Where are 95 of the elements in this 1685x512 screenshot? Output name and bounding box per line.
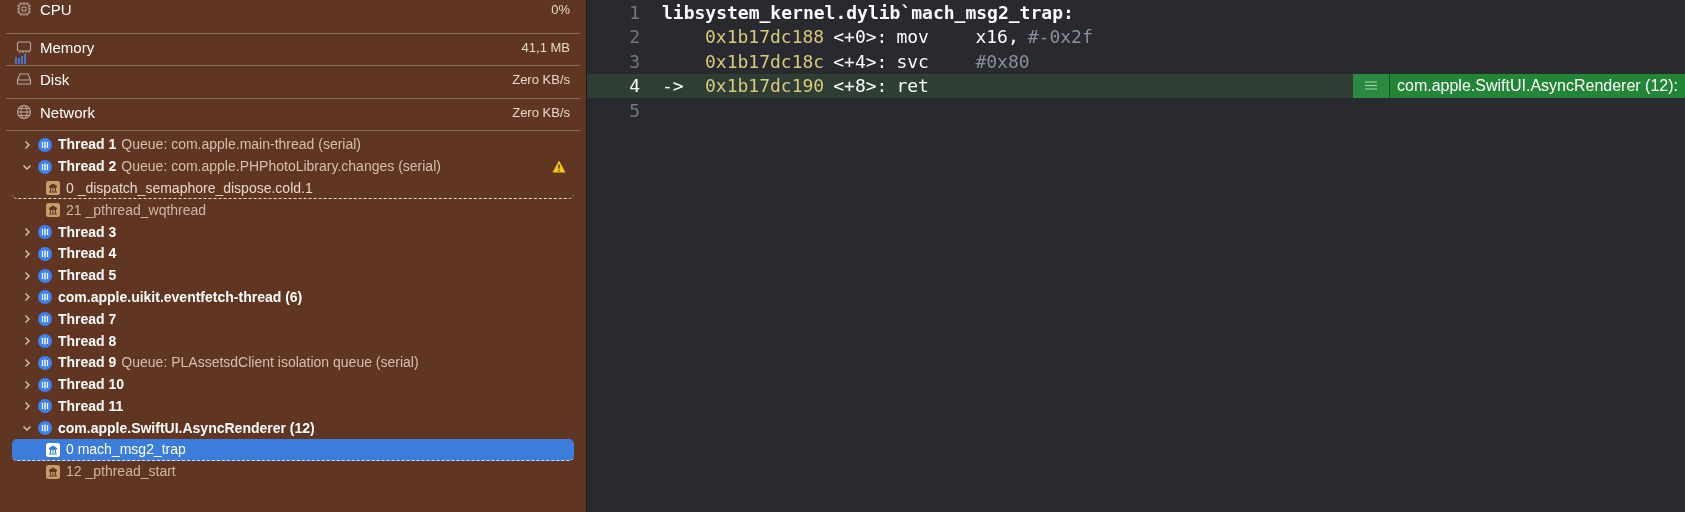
frame-label: 0 mach_msg2_trap: [66, 440, 186, 460]
badge-label: com.apple.SwiftUI.AsyncRenderer (12):: [1396, 75, 1679, 96]
thread-row[interactable]: Thread 7: [12, 308, 574, 331]
thread-name: Thread 9: [58, 353, 117, 373]
gauge-label: Disk: [40, 70, 70, 90]
chevron-right-icon[interactable]: [22, 270, 32, 281]
gauge-value: 0%: [551, 1, 570, 19]
thread-name: Thread 3: [58, 222, 117, 242]
thread-icon: [38, 159, 52, 174]
queue-label: Queue: com.apple.PHPhotoLibrary.changes (serial): [121, 157, 441, 177]
address: 0x1b17dc18c: [705, 49, 825, 74]
thread-name: com.apple.SwiftUI.AsyncRenderer (12): [58, 418, 315, 438]
chevron-right-icon[interactable]: [22, 379, 32, 390]
thread-icon: [38, 268, 52, 283]
thread-icon: [38, 290, 52, 305]
frame-label: 21 _pthread_wqthread: [66, 200, 207, 220]
thread-icon: [38, 137, 52, 152]
frame-label: 12 _pthread_start: [66, 462, 176, 482]
thread-name: Thread 2: [58, 157, 117, 177]
code-label: libsystem_kernel.dylib`mach_msg2_trap:: [662, 0, 1074, 25]
chevron-right-icon[interactable]: [22, 292, 32, 303]
thread-row[interactable]: com.apple.uikit.eventfetch-thread (6): [12, 286, 574, 309]
offset: <+8>:: [833, 74, 888, 99]
thread-name: Thread 4: [58, 244, 117, 264]
offset: <+0>:: [833, 25, 888, 50]
operand: #-0x2f: [1027, 25, 1093, 50]
thread-icon: [38, 246, 52, 261]
thread-row[interactable]: Thread 4: [12, 243, 574, 265]
memory-icon: [16, 38, 32, 55]
thread-icon: [38, 334, 52, 349]
thread-icon: [38, 399, 52, 414]
cpu-icon: [16, 1, 32, 17]
offset: <+4>:: [833, 49, 888, 74]
thread-icon: [38, 421, 52, 436]
chevron-right-icon[interactable]: [22, 401, 32, 412]
thread-name: com.apple.uikit.eventfetch-thread (6): [58, 287, 303, 307]
thread-icon: [38, 355, 52, 370]
thread-name: Thread 7: [58, 309, 117, 329]
frame-icon: [46, 181, 60, 195]
chevron-right-icon[interactable]: [22, 248, 32, 259]
line-number: 1: [628, 0, 641, 25]
line-number: 3: [628, 49, 641, 74]
gauge-value: Zero KB/s: [512, 103, 570, 122]
thread-row[interactable]: Thread 5: [12, 264, 574, 287]
chevron-right-icon[interactable]: [22, 227, 32, 238]
frame-icon: [46, 442, 60, 457]
gauge-label: Network: [40, 102, 95, 123]
thread-row[interactable]: Thread 10: [12, 373, 574, 396]
gauge-value: 41,1 MB: [521, 38, 570, 57]
thread-row[interactable]: Thread 3: [12, 221, 574, 243]
gauge-label: Memory: [40, 37, 95, 58]
thread-icon: [38, 377, 52, 392]
thread-name: Thread 5: [58, 266, 117, 286]
thread-row[interactable]: Thread 9 Queue: PLAssetsdClient isolation queue (serial): [12, 351, 574, 374]
thread-name: Thread 1: [58, 135, 117, 155]
thread-row[interactable]: com.apple.SwiftUI.AsyncRenderer (12): [12, 417, 574, 440]
stack-frame-row[interactable]: 12 _pthread_start: [12, 460, 574, 483]
line-number: 4: [628, 74, 641, 99]
gauge-value: Zero KB/s: [512, 71, 570, 89]
thread-icon: [38, 312, 52, 327]
chevron-right-icon[interactable]: [22, 336, 32, 347]
operand: #0x80: [975, 49, 1030, 74]
mnemonic: svc: [896, 49, 930, 74]
chevron-right-icon[interactable]: [22, 314, 32, 325]
mnemonic: mov: [896, 25, 930, 50]
frame-icon: [46, 203, 60, 218]
thread-name: Thread 10: [58, 375, 125, 395]
frame-icon: [46, 464, 60, 479]
thread-row[interactable]: Thread 1 Queue: com.apple.main-thread (serial): [12, 134, 574, 156]
memory-graph-icon: [15, 53, 27, 64]
stack-frame-row[interactable]: 21 _pthread_wqthread: [12, 199, 574, 222]
line-number: 2: [628, 25, 641, 50]
thread-name: Thread 11: [58, 396, 124, 416]
thread-row[interactable]: Thread 11: [12, 395, 574, 418]
menu-icon: [1365, 81, 1377, 91]
address: 0x1b17dc190: [705, 74, 825, 99]
stack-frame-row[interactable]: 0 mach_msg2_trap: [12, 439, 574, 461]
mnemonic: ret: [896, 74, 930, 99]
pc-arrow: ->: [662, 74, 685, 99]
queue-label: Queue: PLAssetsdClient isolation queue (serial): [121, 353, 419, 373]
globe-icon: [16, 103, 32, 120]
chevron-right-icon[interactable]: [22, 357, 32, 368]
line-number: 5: [628, 98, 641, 123]
thread-icon: [38, 225, 52, 240]
queue-label: Queue: com.apple.main-thread (serial): [121, 135, 362, 155]
stack-frame-row[interactable]: 0 _dispatch_semaphore_dispose.cold.1: [12, 177, 574, 200]
frame-label: 0 _dispatch_semaphore_dispose.cold.1: [66, 178, 313, 198]
thread-row[interactable]: Thread 8: [12, 330, 574, 352]
warning-icon: [552, 160, 566, 174]
operand: x16,: [975, 25, 1019, 50]
thread-row[interactable]: Thread 2 Queue: com.apple.PHPhotoLibrary.changes (serial): [12, 155, 574, 178]
thread-name: Thread 8: [58, 331, 117, 351]
gauge-label: CPU: [40, 0, 72, 20]
address: 0x1b17dc188: [705, 25, 825, 50]
chevron-right-icon[interactable]: [22, 139, 32, 150]
